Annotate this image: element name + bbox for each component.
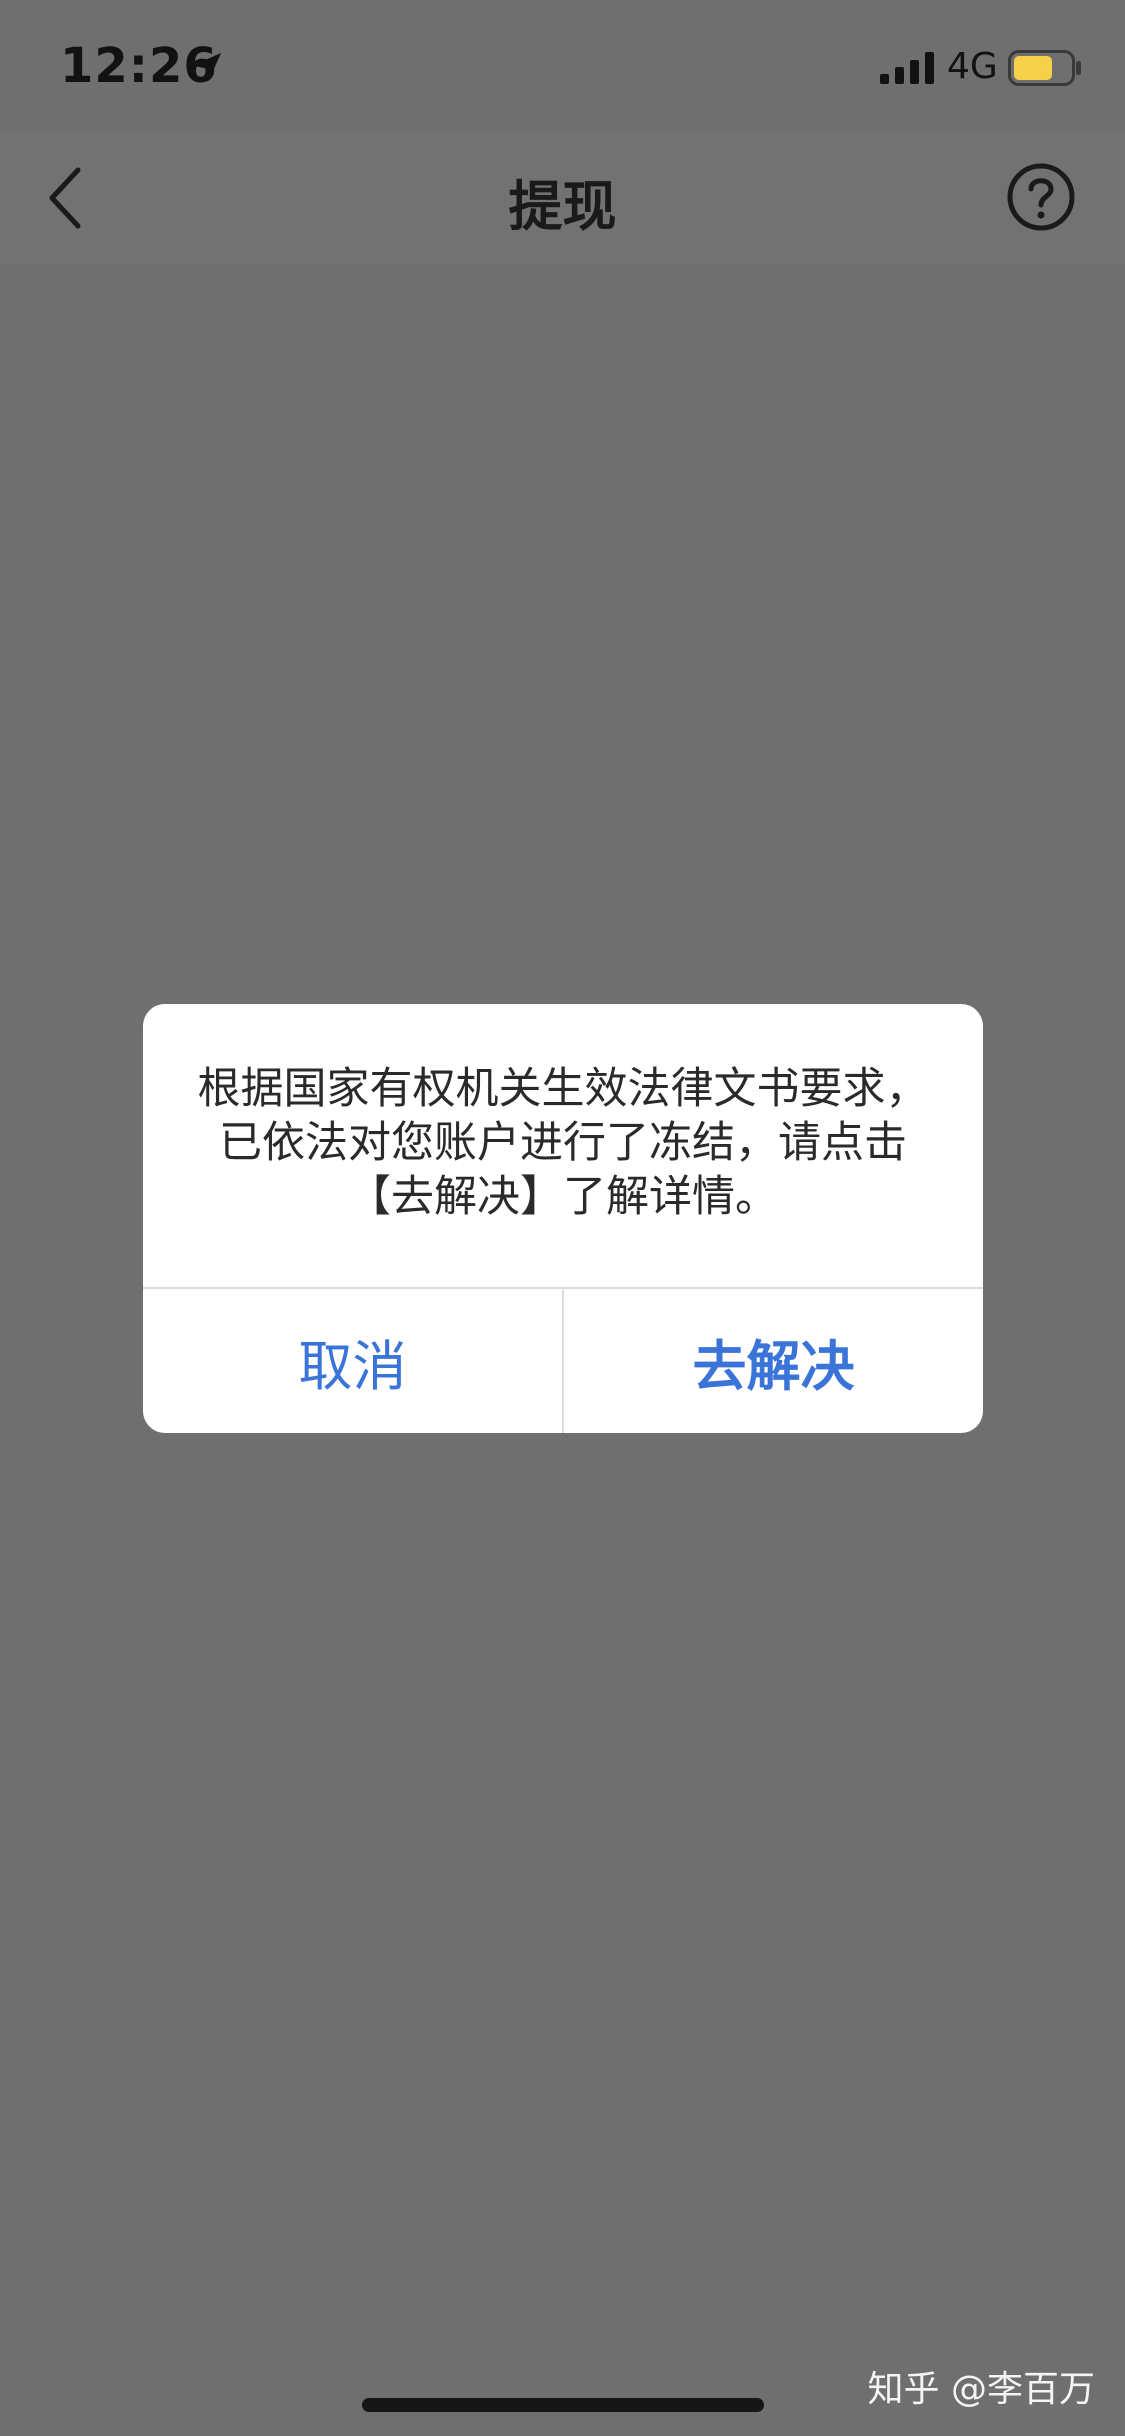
home-indicator[interactable] [362,2398,764,2412]
watermark: 知乎 @李百万 [867,2369,1095,2410]
navigation-bar: 提现 [0,132,1125,264]
question-circle-icon[interactable] [1006,162,1076,232]
cancel-button[interactable]: 取消 [143,1289,562,1433]
status-bar: 12:26 4G [0,0,1125,132]
cellular-signal-icon [880,52,934,84]
resolve-button[interactable]: 去解决 [564,1289,983,1433]
network-type: 4G [947,46,998,87]
page-title: 提现 [508,175,617,238]
battery-icon [1008,50,1081,86]
account-frozen-alert: 根据国家有权机关生效法律文书要求，已依法对您账户进行了冻结，请点击【去解决】了解… [143,1004,983,1433]
alert-message: 根据国家有权机关生效法律文书要求，已依法对您账户进行了冻结，请点击【去解决】了解… [197,1064,929,1222]
location-arrow-icon [192,52,222,82]
